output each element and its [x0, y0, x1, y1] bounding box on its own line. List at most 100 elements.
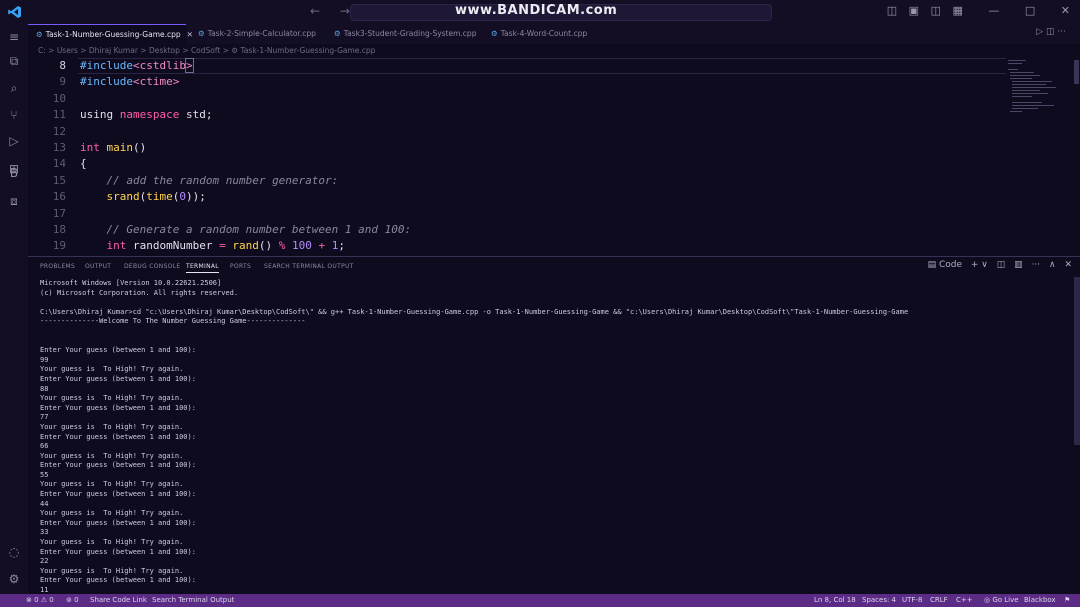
problems-count[interactable]: ⊗ 0 ⚠ 0 [26, 594, 54, 607]
code-line[interactable]: 13 int main() [28, 140, 147, 156]
tab-output[interactable]: OUTPUT [85, 263, 111, 270]
code-line[interactable]: 18 // Generate a random number between 1… [28, 222, 411, 238]
search-terminal-output-status[interactable]: Search Terminal Output [152, 594, 234, 607]
new-terminal-button[interactable]: + ∨ [971, 260, 988, 270]
code-line[interactable]: 12 [28, 124, 80, 140]
code-line[interactable]: 19 int randomNumber = rand() % 100 + 1; [28, 238, 345, 254]
code-line[interactable]: 11 using namespace std; [28, 107, 213, 123]
recording-watermark: www.BANDICAM.com [455, 3, 618, 18]
status-bar: ⊗ 0 ⚠ 0 ⊚ 0 Share Code Link Search Termi… [0, 594, 1080, 607]
menu-icon[interactable]: ≡ [7, 30, 21, 44]
code-token: 100 [291, 239, 312, 253]
tab-task-1[interactable]: ⚙ Task-1-Number-Guessing-Game.cpp ✕ [28, 24, 193, 44]
tab-label: Task-2-Simple-Calculator.cpp [207, 29, 316, 38]
remote-explorer-icon[interactable]: ⧈ [7, 194, 21, 208]
editor-scrollbar[interactable] [1074, 60, 1079, 84]
terminal-line: Microsoft Windows [Version 10.0.22621.25… [40, 279, 222, 287]
run-debug-icon[interactable]: ▷ [7, 134, 21, 148]
more-actions-icon[interactable]: ··· [1032, 260, 1041, 270]
code-line[interactable]: 15 // add the random number generator: [28, 173, 339, 189]
minimap[interactable] [1006, 58, 1072, 256]
maximize-panel-icon[interactable]: ∧ [1049, 260, 1056, 270]
code-token: )); [186, 190, 206, 204]
terminal-output[interactable]: Microsoft Windows [Version 10.0.22621.25… [40, 279, 1072, 594]
tab-task-2[interactable]: ⚙ Task-2-Simple-Calculator.cpp [190, 24, 320, 44]
tab-terminal[interactable]: TERMINAL [186, 263, 219, 273]
line-number: 18 [52, 223, 66, 236]
tab-problems[interactable]: PROBLEMS [40, 263, 75, 270]
cursor-position[interactable]: Ln 8, Col 18 [814, 594, 856, 607]
notifications-icon[interactable]: ⚑ [1064, 594, 1070, 607]
line-number: 9 [59, 75, 66, 89]
maximize-button[interactable]: □ [1025, 4, 1035, 17]
code-line[interactable]: 10 [28, 91, 80, 107]
panel-actions: ▤ Code + ∨ ◫ ▥ ··· ∧ ✕ [922, 260, 1072, 270]
tab-ports[interactable]: PORTS [230, 263, 251, 270]
share-code-link[interactable]: Share Code Link [90, 594, 147, 607]
blackbox-status[interactable]: Blackbox [1024, 594, 1056, 607]
encoding[interactable]: UTF-8 [902, 594, 922, 607]
cpp-file-icon: ⚙ [36, 30, 43, 39]
customize-layout-icon[interactable]: ▦ [952, 4, 962, 17]
tab-task-4[interactable]: ⚙ Task-4-Word-Count.cpp [483, 24, 603, 44]
toggle-panel-icon[interactable]: ▣ [909, 4, 919, 17]
terminal-line: C:\Users\Dhiraj Kumar>cd "c:\Users\Dhira… [40, 307, 909, 316]
toggle-secondary-sidebar-icon[interactable]: ◫ [931, 4, 941, 17]
tab-debug-console[interactable]: DEBUG CONSOLE [124, 263, 180, 270]
terminal-line: Enter Your guess (between 1 and 100): [40, 547, 196, 556]
cpp-file-icon: ⚙ [334, 29, 341, 38]
terminal-line: Enter Your guess (between 1 and 100): [40, 374, 196, 383]
line-number: 19 [52, 239, 66, 253]
code-token: time [146, 190, 173, 204]
tab-task-3[interactable]: ⚙ Task3-Student-Grading-System.cpp [326, 24, 476, 44]
code-line[interactable]: 8 #include<cstdlib> [28, 58, 194, 74]
tab-search-terminal-output[interactable]: SEARCH TERMINAL OUTPUT [264, 263, 354, 270]
editor-actions[interactable]: ▷ ◫ ··· [1036, 27, 1066, 37]
code-line[interactable]: 9 #include<ctime> [28, 74, 179, 90]
tab-label: Task-1-Number-Guessing-Game.cpp [45, 30, 181, 39]
accounts-icon[interactable]: ◌ [7, 545, 21, 559]
bottom-panel: PROBLEMS OUTPUT DEBUG CONSOLE TERMINAL P… [28, 256, 1080, 594]
kill-terminal-icon[interactable]: ▥ [1014, 260, 1023, 270]
source-control-icon[interactable]: ⑂ [7, 108, 21, 122]
split-terminal-icon[interactable]: ◫ [997, 260, 1006, 270]
terminal-scrollbar[interactable] [1074, 277, 1080, 445]
line-ending[interactable]: CRLF [930, 594, 948, 607]
code-token: int [106, 239, 127, 253]
go-live-button[interactable]: ◎ Go Live [984, 594, 1019, 607]
manage-gear-icon[interactable]: ⚙ [7, 572, 21, 586]
vscode-window: ← → www.BANDICAM.com ◫ ▣ ◫ ▦ — □ ✕ ≡ ⧉ ⌕… [0, 0, 1080, 607]
editor-tab-bar: ⚙ Task-1-Number-Guessing-Game.cpp ✕ ⚙ Task-… [28, 24, 1080, 44]
minimize-button[interactable]: — [988, 4, 999, 17]
search-icon[interactable]: ⌕ [7, 81, 21, 95]
blackbox-icon[interactable]: B [7, 166, 21, 180]
title-bar: ← → www.BANDICAM.com ◫ ▣ ◫ ▦ — □ ✕ [0, 0, 1080, 24]
close-window-button[interactable]: ✕ [1061, 4, 1070, 17]
code-token: #include [80, 59, 133, 72]
close-panel-icon[interactable]: ✕ [1064, 260, 1072, 270]
terminal-line: 44 [40, 499, 49, 508]
terminal-line: 99 [40, 355, 49, 364]
code-token: ; [338, 239, 345, 253]
code-editor[interactable]: 8 #include<cstdlib> 9 #include<ctime> 10 11 us… [28, 58, 1006, 256]
indentation[interactable]: Spaces: 4 [862, 594, 896, 607]
language-mode[interactable]: C++ [956, 594, 973, 607]
toggle-primary-sidebar-icon[interactable]: ◫ [887, 4, 897, 17]
terminal-line: Your guess is To High! Try again. [40, 365, 184, 374]
ports-count[interactable]: ⊚ 0 [66, 594, 79, 607]
line-number: 14 [52, 157, 66, 171]
terminal-line: Enter Your guess (between 1 and 100): [40, 490, 196, 499]
code-line[interactable]: 14 { [28, 156, 87, 172]
code-line[interactable]: 16 srand(time(0)); [28, 189, 206, 205]
explorer-icon[interactable]: ⧉ [7, 54, 21, 68]
code-line[interactable]: 17 [28, 206, 80, 222]
code-token: std; [179, 108, 213, 122]
breadcrumb[interactable]: C: > Users > Dhiraj Kumar > Desktop > Co… [28, 44, 1080, 58]
terminal-line: 33 [40, 528, 49, 537]
terminal-profile-label[interactable]: ▤ Code [928, 260, 962, 270]
